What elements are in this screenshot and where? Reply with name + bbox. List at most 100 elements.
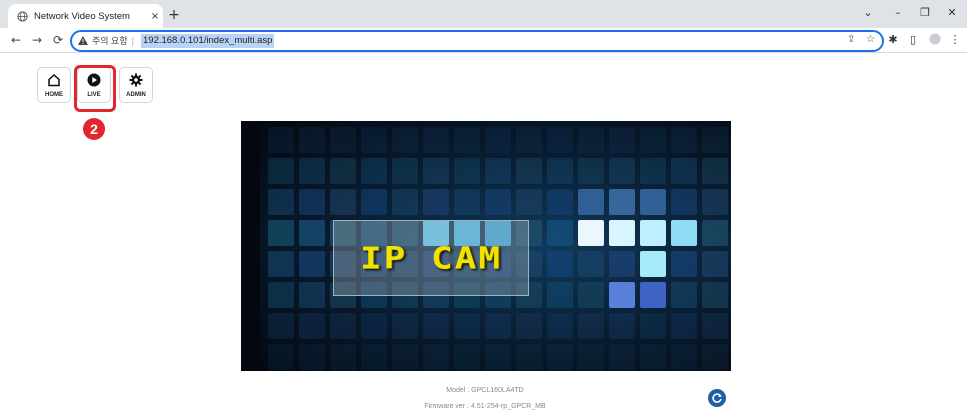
video-tile bbox=[485, 189, 511, 215]
close-window-button[interactable]: ✕ bbox=[942, 6, 962, 19]
video-tile bbox=[392, 344, 418, 370]
video-tile bbox=[671, 282, 697, 308]
video-tile bbox=[640, 158, 666, 184]
video-tile bbox=[609, 251, 635, 277]
video-tile bbox=[671, 127, 697, 153]
video-tile bbox=[268, 189, 294, 215]
menu-icon[interactable]: ⋮ bbox=[948, 33, 962, 46]
video-tile bbox=[392, 158, 418, 184]
video-tile bbox=[516, 158, 542, 184]
video-tile bbox=[268, 282, 294, 308]
tab-title: Network Video System bbox=[34, 10, 130, 22]
video-tile bbox=[423, 127, 449, 153]
video-tile bbox=[330, 189, 356, 215]
video-tile bbox=[299, 158, 325, 184]
video-tile bbox=[268, 344, 294, 370]
video-tile bbox=[547, 344, 573, 370]
live-highlight-box bbox=[74, 65, 116, 112]
tab-close-icon[interactable]: × bbox=[147, 11, 163, 22]
video-tile bbox=[330, 313, 356, 339]
gear-icon bbox=[129, 72, 143, 88]
video-tile bbox=[609, 189, 635, 215]
address-bar[interactable]: 주의 요함 | 192.168.0.101/index_multi.asp ⇪ … bbox=[70, 30, 884, 52]
video-tile bbox=[609, 344, 635, 370]
video-tile bbox=[299, 251, 325, 277]
video-tile bbox=[547, 251, 573, 277]
video-preview[interactable]: IP CAM bbox=[241, 121, 731, 371]
video-tile bbox=[578, 344, 604, 370]
forward-icon[interactable]: → bbox=[29, 32, 45, 48]
video-tile bbox=[361, 189, 387, 215]
video-tile bbox=[454, 313, 480, 339]
back-icon[interactable]: ← bbox=[8, 32, 24, 48]
video-tile bbox=[454, 344, 480, 370]
video-tile bbox=[361, 313, 387, 339]
side-panel-icon[interactable]: ▯ bbox=[906, 33, 920, 46]
bookmark-star-icon[interactable]: ☆ bbox=[866, 34, 875, 45]
nav-admin-button[interactable]: ADMIN bbox=[119, 67, 153, 103]
minimize-button[interactable]: – bbox=[888, 6, 908, 19]
browser-tab[interactable]: Network Video System × bbox=[8, 4, 163, 28]
video-tile bbox=[268, 158, 294, 184]
video-tile bbox=[609, 127, 635, 153]
firmware-info: Firmware ver : 4.51-254-rp_GPCR_MB bbox=[424, 403, 546, 410]
video-tile bbox=[299, 282, 325, 308]
video-tile bbox=[640, 127, 666, 153]
restore-button[interactable]: ❐ bbox=[915, 6, 935, 19]
video-background: IP CAM bbox=[260, 121, 731, 371]
video-tile bbox=[547, 189, 573, 215]
model-info: Model : GPCL160LA4TD bbox=[446, 387, 524, 394]
video-tile bbox=[268, 313, 294, 339]
video-tile bbox=[454, 189, 480, 215]
video-tile bbox=[268, 220, 294, 246]
video-tile bbox=[547, 127, 573, 153]
video-tile bbox=[671, 344, 697, 370]
video-tile bbox=[702, 158, 728, 184]
video-tile bbox=[330, 158, 356, 184]
video-tile bbox=[299, 127, 325, 153]
security-indicator[interactable]: 주의 요함 | bbox=[78, 34, 134, 47]
reload-icon[interactable]: ⟳ bbox=[50, 32, 66, 48]
video-tile bbox=[299, 189, 325, 215]
profile-icon[interactable] bbox=[928, 33, 942, 48]
video-tile bbox=[609, 220, 635, 246]
video-tile bbox=[578, 251, 604, 277]
video-tile bbox=[423, 313, 449, 339]
video-tile bbox=[640, 313, 666, 339]
video-tile bbox=[485, 127, 511, 153]
video-tile bbox=[361, 344, 387, 370]
video-tile bbox=[299, 313, 325, 339]
browser-toolbar: ← → ⟳ 주의 요함 | 192.168.0.101/index_multi.… bbox=[0, 28, 967, 53]
video-tile bbox=[671, 313, 697, 339]
share-icon[interactable]: ⇪ bbox=[847, 34, 855, 45]
ip-cam-logo-box: IP CAM bbox=[333, 220, 529, 296]
video-tile bbox=[423, 158, 449, 184]
tab-search-icon[interactable]: ⌄ bbox=[858, 6, 878, 19]
security-label: 주의 요함 bbox=[92, 36, 128, 46]
video-tile bbox=[361, 127, 387, 153]
video-tile bbox=[640, 189, 666, 215]
new-tab-button[interactable]: + bbox=[166, 7, 182, 23]
video-tile bbox=[609, 282, 635, 308]
refresh-icon[interactable] bbox=[708, 389, 726, 407]
video-tile bbox=[609, 313, 635, 339]
nav-home-button[interactable]: HOME bbox=[37, 67, 71, 103]
extensions-icon[interactable]: ✱ bbox=[886, 33, 900, 46]
video-tile bbox=[485, 158, 511, 184]
video-tile bbox=[485, 313, 511, 339]
video-tile bbox=[671, 251, 697, 277]
video-tile bbox=[671, 158, 697, 184]
video-tile bbox=[330, 127, 356, 153]
video-tile bbox=[361, 158, 387, 184]
video-tile bbox=[516, 313, 542, 339]
video-tile bbox=[516, 344, 542, 370]
video-tile bbox=[268, 251, 294, 277]
video-tile bbox=[609, 158, 635, 184]
video-tile bbox=[330, 344, 356, 370]
video-tile bbox=[578, 313, 604, 339]
video-tile bbox=[640, 251, 666, 277]
video-tile bbox=[485, 344, 511, 370]
url-text[interactable]: 192.168.0.101/index_multi.asp bbox=[141, 34, 275, 48]
video-tile bbox=[454, 127, 480, 153]
video-tile bbox=[299, 220, 325, 246]
